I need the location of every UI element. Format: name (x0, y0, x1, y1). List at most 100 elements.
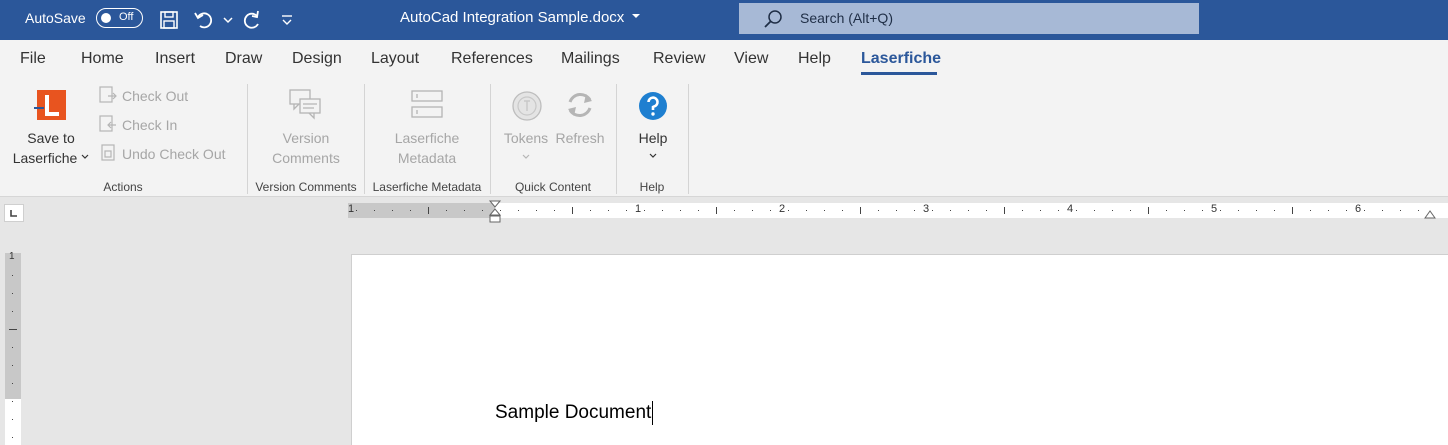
version-comments-line1[interactable]: Version (250, 128, 362, 148)
ruler-number: 1 (348, 203, 355, 215)
ruler-tick (824, 210, 825, 211)
ruler-tick (878, 210, 879, 211)
ruler-tick (680, 210, 681, 211)
group-separator (364, 84, 365, 194)
autosave-label: AutoSave (25, 10, 86, 26)
vertical-ruler[interactable]: 1 (5, 251, 21, 445)
document-title[interactable]: AutoCad Integration Sample.docx (400, 9, 624, 26)
laserfiche-metadata-line2[interactable]: Metadata (366, 148, 488, 168)
undo-check-out-icon (101, 144, 115, 161)
check-out-button[interactable]: Check Out (122, 88, 188, 104)
save-to-laserfiche-line1[interactable]: Save to (10, 128, 92, 148)
vertical-ruler-number: 1 (9, 251, 15, 262)
title-chevron-down-icon[interactable] (630, 10, 642, 22)
ruler-tick (356, 210, 357, 211)
ruler-tick (536, 210, 537, 211)
ruler-number: 3 (923, 203, 930, 215)
ruler-tick (12, 347, 13, 348)
ruler-tick (12, 365, 13, 366)
document-page[interactable]: Sample Document (351, 254, 1448, 445)
ruler-tick (950, 210, 951, 211)
ruler-tick (1112, 210, 1113, 211)
actions-group-label: Actions (103, 180, 143, 194)
ruler-tick (12, 419, 13, 420)
ruler-tick (12, 383, 13, 384)
ruler-tick (572, 207, 573, 214)
laserfiche-metadata-line1[interactable]: Laserfiche (366, 128, 488, 148)
ruler-tick (662, 210, 663, 211)
undo-dropdown-chevron-icon[interactable] (218, 8, 242, 32)
check-in-icon (99, 115, 116, 132)
vertical-ruler-top-margin (5, 253, 21, 399)
version-comments-group-label: Version Comments (255, 180, 357, 194)
ruler-tick (914, 210, 915, 211)
ruler-tick (1382, 210, 1383, 211)
tab-references[interactable]: References (451, 50, 533, 68)
ruler-tick (734, 210, 735, 211)
tab-file[interactable]: File (20, 50, 46, 68)
refresh-icon (568, 93, 592, 117)
tab-view[interactable]: View (734, 50, 768, 68)
search-box[interactable]: Search (Alt+Q) (739, 3, 1199, 34)
ruler-tick (1022, 210, 1023, 211)
tab-design[interactable]: Design (292, 50, 342, 68)
tab-mailings[interactable]: Mailings (561, 50, 620, 68)
indent-marker-icon[interactable] (489, 200, 501, 226)
ruler-tick (896, 210, 897, 211)
laserfiche-logo-icon[interactable] (34, 90, 66, 120)
ruler-tick (1004, 207, 1005, 214)
document-text: Sample Document (495, 402, 652, 424)
right-indent-marker-icon[interactable] (1424, 207, 1436, 219)
ruler-tick (1364, 210, 1365, 211)
group-separator (616, 84, 617, 194)
check-out-icon (99, 86, 117, 103)
document-body[interactable]: Sample Document (495, 401, 654, 425)
ruler-tick (770, 210, 771, 211)
tab-home[interactable]: Home (81, 50, 124, 68)
tab-insert[interactable]: Insert (155, 50, 195, 68)
tab-selector[interactable] (4, 204, 24, 222)
laserfiche-metadata-icon (411, 90, 443, 118)
ruler-tick (1184, 210, 1185, 211)
undo-check-out-button[interactable]: Undo Check Out (122, 146, 226, 162)
ruler-tick (1058, 210, 1059, 211)
help-chevron-icon[interactable] (648, 152, 658, 160)
left-tab-stop-icon (10, 210, 17, 217)
redo-icon[interactable] (240, 8, 264, 32)
title-bar: AutoSave Off AutoCad Integration Sample.… (0, 0, 1448, 40)
save-icon[interactable] (157, 8, 181, 32)
group-separator (490, 84, 491, 194)
tokens-chevron-icon[interactable] (521, 153, 531, 161)
autosave-toggle[interactable]: Off (96, 8, 143, 28)
tab-help[interactable]: Help (798, 50, 831, 68)
tab-draw[interactable]: Draw (225, 50, 262, 68)
autosave-state: Off (119, 11, 134, 23)
tokens-button[interactable]: Tokens (500, 128, 552, 148)
ruler-tick (1310, 210, 1311, 211)
ruler-tick (860, 207, 861, 214)
horizontal-ruler[interactable]: 1 1 2 3 4 5 6 (348, 200, 1448, 223)
ruler-tick (986, 210, 987, 211)
ruler-tick (752, 210, 753, 211)
refresh-button[interactable]: Refresh (552, 128, 608, 148)
ruler-number: 1 (635, 203, 642, 215)
ruler-tick (9, 329, 17, 330)
save-to-laserfiche-line2[interactable]: Laserfiche (10, 148, 80, 168)
version-comments-line2[interactable]: Comments (250, 148, 362, 168)
quick-content-group-label: Quick Content (514, 180, 592, 194)
save-to-laserfiche-chevron-icon[interactable] (80, 152, 90, 162)
tab-review[interactable]: Review (653, 50, 705, 68)
tab-laserfiche[interactable]: Laserfiche (861, 50, 941, 68)
tab-layout[interactable]: Layout (371, 50, 419, 68)
ruler-tick (464, 210, 465, 211)
help-button[interactable]: Help (620, 128, 686, 148)
ruler-tick (1274, 210, 1275, 211)
search-icon (764, 10, 782, 28)
help-question-icon[interactable] (638, 91, 668, 121)
group-separator (688, 84, 689, 194)
ruler-number: 5 (1211, 203, 1218, 215)
customize-toolbar-icon[interactable] (275, 8, 299, 32)
laserfiche-metadata-group-label: Laserfiche Metadata (372, 180, 482, 194)
undo-icon[interactable] (192, 8, 216, 32)
check-in-button[interactable]: Check In (122, 117, 177, 133)
